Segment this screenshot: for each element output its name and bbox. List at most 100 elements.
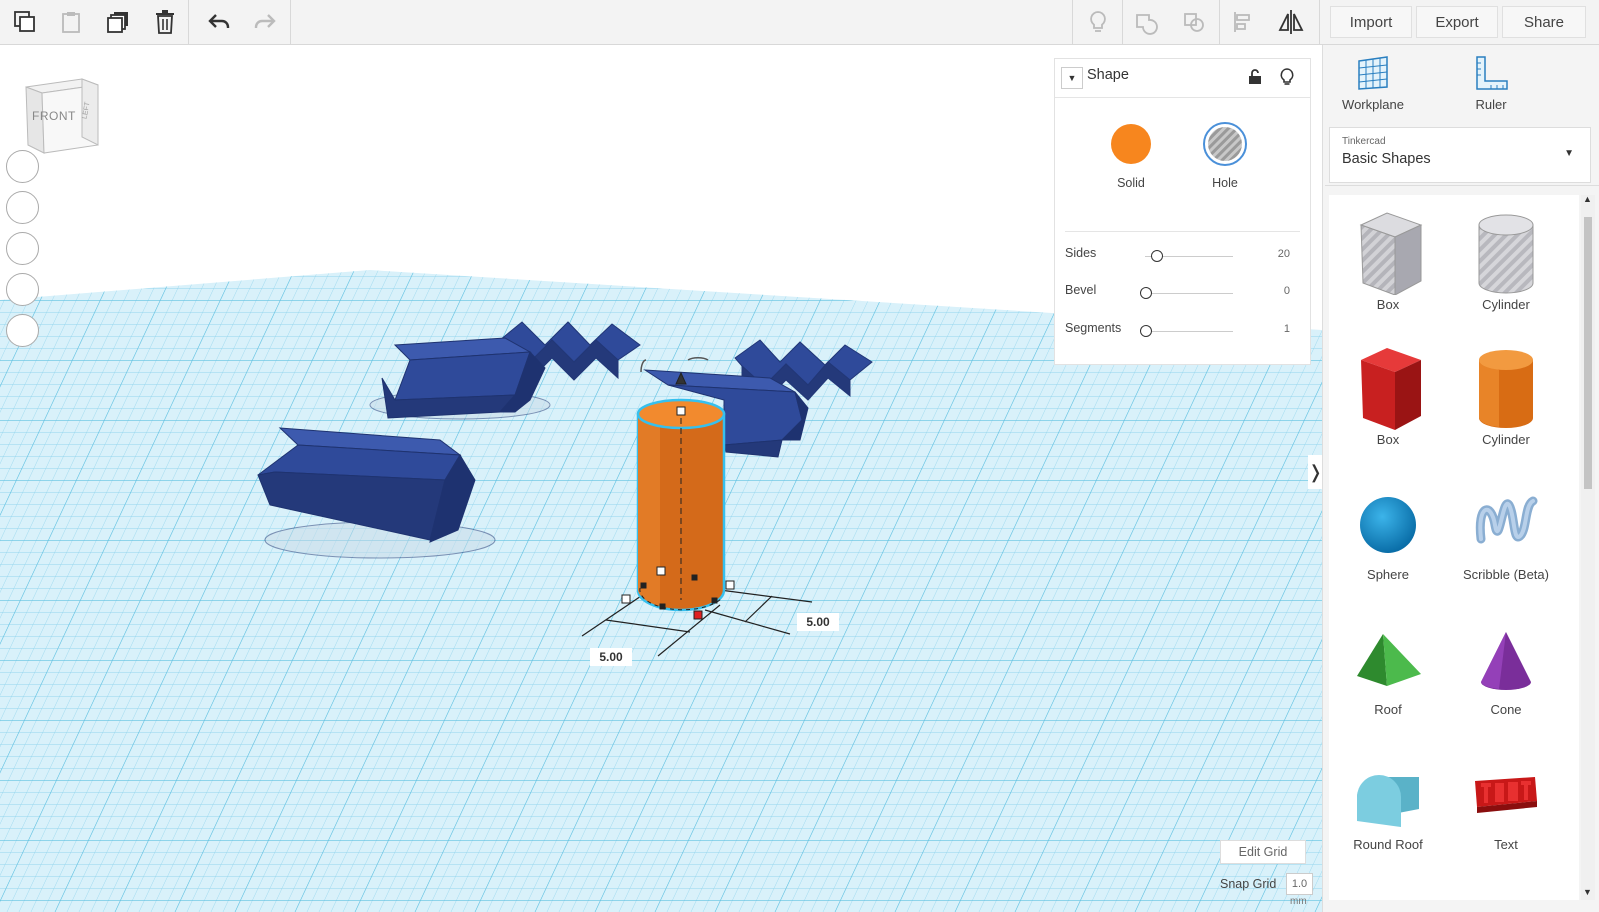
scrollbar-thumb[interactable]: [1584, 217, 1592, 489]
collapse-inspector-chevron-down-icon[interactable]: ▼: [1061, 67, 1083, 89]
shape-label: Scribble (Beta): [1463, 567, 1549, 582]
lock-icon[interactable]: [1247, 69, 1263, 85]
shape-item-box-hole[interactable]: Box: [1329, 195, 1447, 312]
shape-item-cylinder-hole[interactable]: Cylinder: [1447, 195, 1565, 312]
corner-handle[interactable]: [621, 594, 631, 604]
height-handle[interactable]: [676, 406, 686, 416]
corner-handle[interactable]: [725, 580, 735, 590]
zoom-in-button[interactable]: [6, 232, 39, 265]
snap-grid-select[interactable]: 1.0: [1286, 873, 1313, 895]
shape-item-sphere[interactable]: Sphere: [1329, 465, 1447, 582]
home-view-button[interactable]: [6, 150, 39, 183]
duplicate-icon: [107, 12, 128, 33]
shape-item-roof[interactable]: Roof: [1329, 600, 1447, 717]
shape-item-scribble[interactable]: Scribble (Beta): [1447, 465, 1565, 582]
bevel-property-row: Bevel 0: [1065, 283, 1300, 303]
shape-label: Box: [1376, 432, 1400, 447]
redo-button[interactable]: [242, 0, 288, 44]
shape-label: Sphere: [1367, 567, 1409, 582]
segments-slider-knob[interactable]: [1140, 325, 1152, 337]
copy-button[interactable]: [2, 0, 48, 44]
solid-label: Solid: [1117, 176, 1145, 190]
shape-item-cylinder[interactable]: Cylinder: [1447, 330, 1565, 447]
shape-library-dropdown[interactable]: Tinkercad Basic Shapes ▼: [1329, 127, 1591, 183]
workplane-icon: [1358, 56, 1388, 90]
import-button[interactable]: Import: [1330, 6, 1412, 38]
segments-value[interactable]: 1: [1284, 323, 1290, 335]
shape-palette: Box Cylinder Box Cylinder Sphere Scribbl…: [1329, 195, 1579, 900]
ortho-toggle-button[interactable]: [6, 314, 39, 347]
striped-cylinder-icon: [1478, 214, 1534, 294]
red-box-icon: [1361, 348, 1421, 430]
export-button[interactable]: Export: [1416, 6, 1498, 38]
ungroup-icon: [1184, 13, 1204, 32]
hole-swatch[interactable]: [1203, 122, 1247, 166]
corner-handle-active[interactable]: [693, 610, 703, 620]
snap-grid-unit: mm: [1290, 896, 1307, 907]
sides-value[interactable]: 20: [1278, 248, 1290, 260]
scribble-icon: [1475, 496, 1538, 544]
width-dimension-label[interactable]: 5.00: [590, 648, 632, 666]
inspector-title: Shape: [1087, 67, 1129, 83]
shape-inspector-panel: ▼ Shape Solid Hole Sides 20 Bevel 0 Segm…: [1054, 58, 1311, 365]
visibility-lightbulb-icon[interactable]: [1279, 68, 1295, 86]
library-caption: Tinkercad: [1342, 136, 1386, 147]
bevel-slider-knob[interactable]: [1140, 287, 1152, 299]
orange-cylinder-icon: [1479, 350, 1533, 428]
shape-item-round-roof[interactable]: Round Roof: [1329, 735, 1447, 852]
bevel-value[interactable]: 0: [1284, 285, 1290, 297]
fit-view-button[interactable]: [6, 191, 39, 224]
hole-label: Hole: [1212, 176, 1238, 190]
duplicate-button[interactable]: [95, 0, 141, 44]
zoom-out-button[interactable]: [6, 273, 39, 306]
ungroup-button[interactable]: [1171, 0, 1217, 44]
shape-palette-scrollbar[interactable]: ▲ ▼: [1581, 194, 1595, 900]
shape-label: Round Roof: [1353, 837, 1423, 852]
edit-grid-button[interactable]: Edit Grid: [1220, 840, 1306, 864]
sides-slider-knob[interactable]: [1150, 250, 1163, 262]
shape-item-cone[interactable]: Cone: [1447, 600, 1565, 717]
mirror-icon: [1278, 10, 1304, 34]
shape-item-text[interactable]: Text: [1447, 735, 1565, 852]
view-cube[interactable]: FRONT LEFT: [22, 75, 100, 155]
paste-button[interactable]: [48, 0, 94, 44]
undo-button[interactable]: [196, 0, 242, 44]
striped-box-icon: [1359, 212, 1423, 296]
chevron-down-icon: ▼: [1564, 148, 1574, 159]
scroll-up-icon[interactable]: ▲: [1583, 194, 1592, 204]
undo-icon: [208, 14, 230, 28]
trash-icon: [156, 10, 174, 34]
workplane-tool[interactable]: Workplane: [1323, 55, 1423, 112]
mirror-button[interactable]: [1268, 0, 1314, 44]
shape-item-box[interactable]: Box: [1329, 330, 1447, 447]
bevel-label: Bevel: [1065, 283, 1097, 297]
corner-handle[interactable]: [656, 566, 666, 576]
solid-color-swatch[interactable]: [1109, 122, 1153, 166]
align-button[interactable]: [1220, 0, 1266, 44]
depth-dimension-label[interactable]: 5.00: [797, 613, 839, 631]
delete-button[interactable]: [142, 0, 188, 44]
collapse-panel-chevron-icon[interactable]: ❭: [1308, 455, 1322, 489]
inspector-header: ▼ Shape: [1055, 59, 1310, 98]
shape-label: Cylinder: [1482, 297, 1530, 312]
shape-label: Box: [1376, 297, 1400, 312]
shape-library-sidebar: Workplane Ruler Tinkercad Basic Shapes ▼…: [1322, 45, 1599, 912]
show-all-button[interactable]: [1075, 0, 1121, 44]
snap-grid-label: Snap Grid: [1220, 877, 1277, 891]
shape-label: Text: [1494, 837, 1518, 852]
selected-cylinder[interactable]: [636, 398, 726, 612]
segments-property-row: Segments 1: [1065, 321, 1300, 341]
cone-icon: [1481, 632, 1531, 690]
text-shape-icon: [1475, 777, 1537, 813]
group-button[interactable]: [1123, 0, 1169, 44]
roof-icon: [1357, 634, 1421, 686]
workplane-label: Workplane: [1342, 97, 1404, 112]
ruler-tool[interactable]: Ruler: [1441, 55, 1541, 112]
lightbulb-icon: [1090, 11, 1106, 32]
share-button[interactable]: Share: [1502, 6, 1586, 38]
segments-label: Segments: [1065, 321, 1122, 335]
scroll-down-icon[interactable]: ▼: [1583, 887, 1592, 897]
main-toolbar: Import Export Share: [0, 0, 1599, 45]
copy-icon: [14, 11, 35, 32]
align-icon: [1234, 12, 1250, 32]
